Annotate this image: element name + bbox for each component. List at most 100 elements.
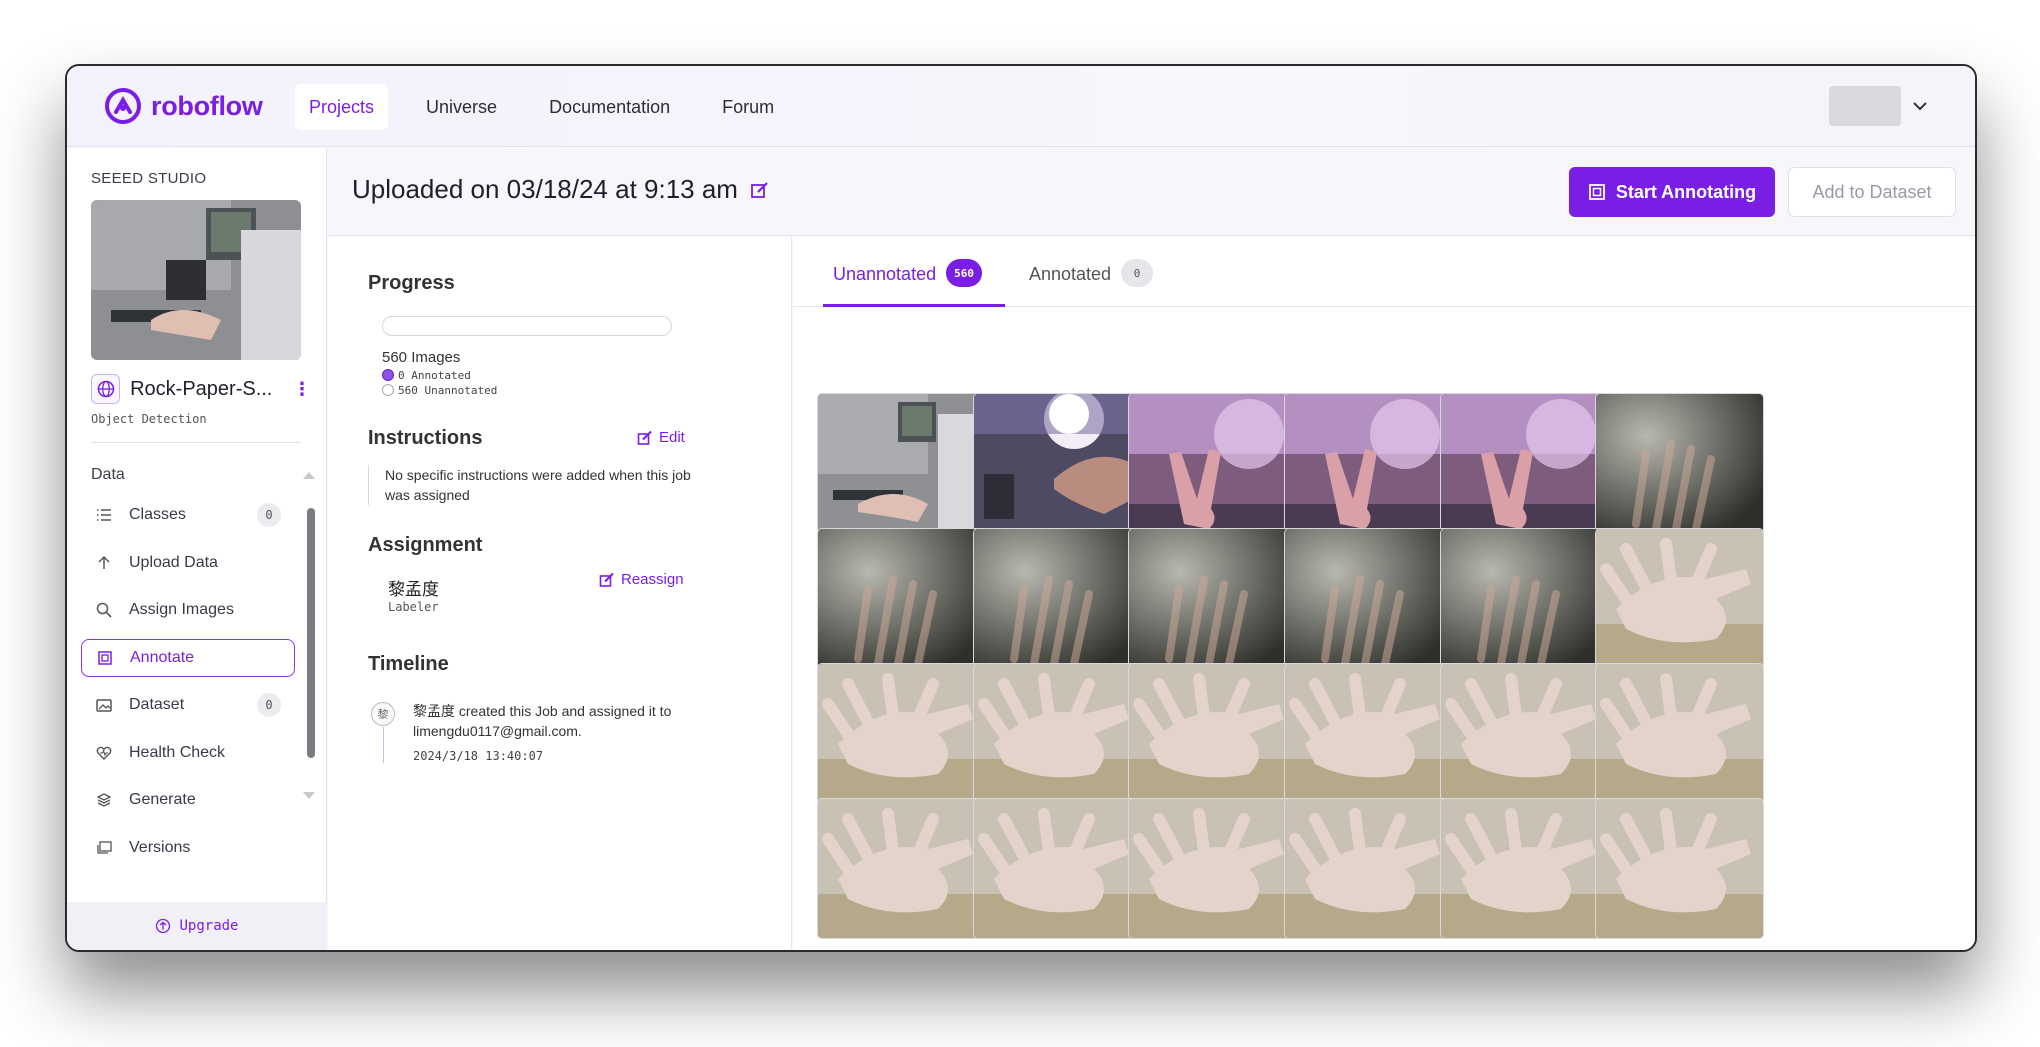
image-thumbnail[interactable] [817,528,986,669]
nav-forum[interactable]: Forum [708,84,788,130]
project-thumbnail[interactable] [91,200,301,360]
sidebar-item-label: Health Check [129,743,226,761]
unannotated-dot-icon [382,384,394,396]
sidebar-item-versions[interactable]: Versions [81,829,295,867]
search-icon [95,601,113,619]
image-thumbnail[interactable] [1440,798,1609,939]
sidebar-item-upload-data[interactable]: Upload Data [81,544,295,582]
nav-universe[interactable]: Universe [412,84,511,130]
tab-label: Unannotated [833,264,937,284]
image-thumbnail[interactable] [1284,663,1453,804]
image-thumbnail[interactable] [1595,798,1764,939]
sidebar-item-label: Versions [129,838,191,856]
thumbnail-image [974,529,1141,668]
avatar[interactable] [1829,86,1901,126]
tab-unannotated[interactable]: Unannotated 560 [823,259,1005,307]
image-thumbnail[interactable] [1595,393,1764,534]
add-to-dataset-button[interactable]: Add to Dataset [1788,167,1956,217]
sidebar-item-dataset[interactable]: Dataset 0 [81,686,295,724]
image-thumbnail[interactable] [1440,528,1609,669]
job-header: Uploaded on 03/18/24 at 9:13 am Start An… [328,148,1975,236]
globe-icon [91,374,121,404]
nav-projects[interactable]: Projects [295,84,389,130]
image-thumbnail[interactable] [973,393,1142,534]
arrow-up-icon [95,554,113,572]
annotate-icon [1588,184,1605,200]
image-thumbnail[interactable] [1128,393,1297,534]
edit-icon[interactable] [750,180,770,200]
image-thumbnail[interactable] [1128,798,1297,939]
sidebar-item-generate[interactable]: Generate [81,781,295,819]
legend-unannotated-label: 560 Unannotated [398,384,498,397]
thumbnail-image [1596,664,1763,803]
image-thumbnail[interactable] [1128,663,1297,804]
account-menu[interactable] [1829,86,1931,126]
thumbnail-image [1596,394,1763,533]
image-thumbnail[interactable] [1595,528,1764,669]
scroll-down-arrow[interactable] [303,792,315,799]
project-row[interactable]: Rock-Paper-S... ⋮ [91,374,311,404]
image-thumbnail[interactable] [1284,528,1453,669]
scroll-up-arrow[interactable] [303,472,315,479]
sidebar-item-label: Classes [129,506,186,523]
image-thumbnail[interactable] [1440,393,1609,534]
project-type: Object Detection [91,412,207,426]
sidebar-item-classes[interactable]: Classes 0 [81,496,295,534]
thumbnail-image [1285,799,1452,938]
edit-label: Edit [659,429,685,446]
sidebar-item-label: Dataset [129,696,185,713]
image-thumbnail[interactable] [1440,663,1609,804]
assignee-name: 黎孟度 [388,580,439,599]
annotated-dot-icon [382,369,394,381]
main-nav: Projects Universe Documentation Forum [295,84,804,130]
thumbnail-image [818,529,985,668]
thumbnail-image [1129,799,1296,938]
assignment-title: Assignment [368,534,483,556]
image-tabs: Unannotated 560 Annotated 0 [793,237,1975,307]
top-navbar: roboflow Projects Universe Documentation… [67,66,1975,147]
sidebar-scrollbar[interactable] [305,494,315,758]
count-badge: 0 [1121,259,1154,287]
scrollbar-thumb[interactable] [307,508,315,758]
sidebar-item-health-check[interactable]: Health Check [81,734,295,772]
images-count: 560 Images [382,349,461,366]
count-badge: 0 [257,693,281,717]
edit-instructions-link[interactable]: Edit [637,429,685,446]
image-thumbnail[interactable] [817,798,986,939]
progress-bar [382,316,672,336]
progress-legend: 0 Annotated 560 Unannotated [382,368,497,398]
job-title: Uploaded on 03/18/24 at 9:13 am [352,174,770,205]
project-name[interactable]: Rock-Paper-S... [130,378,283,401]
start-annotating-button[interactable]: Start Annotating [1569,167,1775,217]
image-thumbnail[interactable] [1284,393,1453,534]
job-title-text: Uploaded on 03/18/24 at 9:13 am [352,174,738,204]
kebab-menu-icon[interactable]: ⋮ [293,379,311,400]
thumbnail-image [1285,529,1452,668]
image-thumbnail[interactable] [973,798,1142,939]
upgrade-button[interactable]: Upgrade [67,902,327,950]
sidebar-item-assign-images[interactable]: Assign Images [81,591,295,629]
legend-annotated: 0 Annotated [382,368,497,383]
project-thumbnail-image [91,200,301,360]
thumbnail-image [818,394,985,533]
chevron-down-icon[interactable] [1909,95,1931,117]
workspace-name: SEEED STUDIO [91,170,207,187]
image-thumbnail[interactable] [817,393,986,534]
image-thumbnail[interactable] [1595,663,1764,804]
sidebar-menu: Classes 0 Upload Data Assign Images Anno… [81,496,295,876]
image-thumbnail[interactable] [973,528,1142,669]
sidebar-item-annotate[interactable]: Annotate [81,638,295,677]
thumbnail-image [1129,529,1296,668]
reassign-label: Reassign [621,571,684,588]
reassign-link[interactable]: Reassign [599,571,684,588]
logo[interactable]: roboflow [105,88,263,124]
image-thumbnail[interactable] [973,663,1142,804]
image-thumbnail[interactable] [1284,798,1453,939]
image-thumbnail[interactable] [1128,528,1297,669]
image-thumbnail[interactable] [817,663,986,804]
nav-documentation[interactable]: Documentation [535,84,684,130]
thumbnail-image [1441,529,1608,668]
tab-annotated[interactable]: Annotated 0 [1029,259,1154,307]
sidebar-item-label: Generate [129,791,196,808]
tab-label: Annotated [1029,264,1112,284]
